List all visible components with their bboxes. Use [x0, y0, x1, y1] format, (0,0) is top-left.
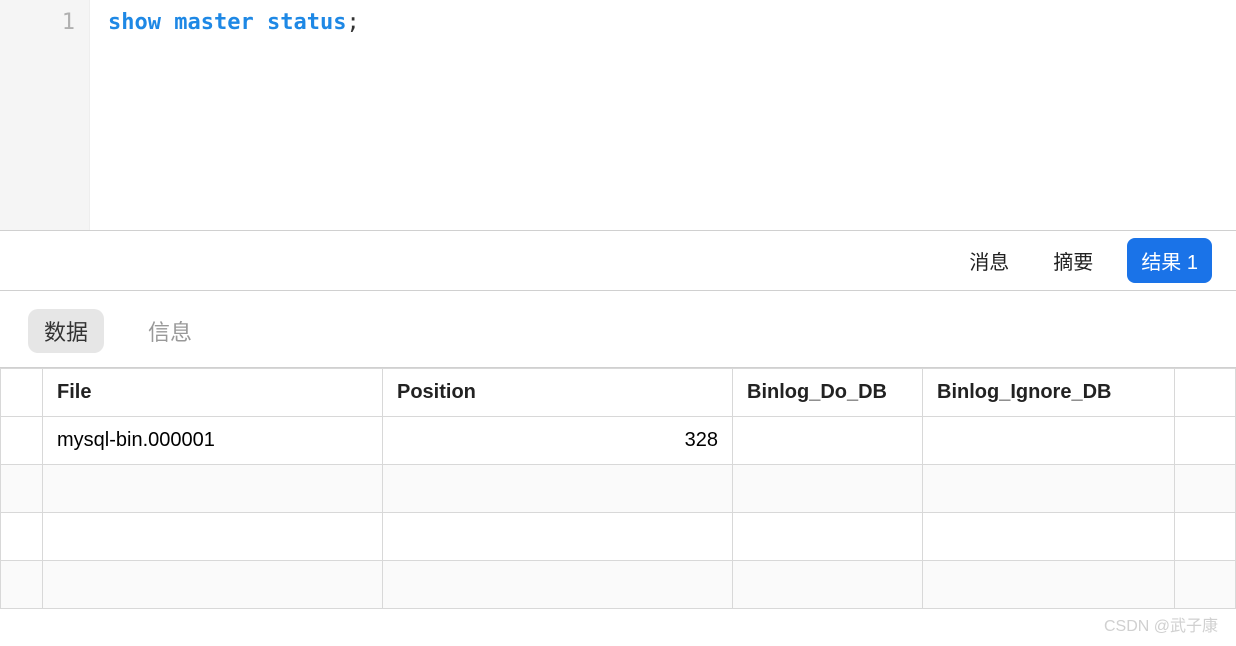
table-header-row: File Position Binlog_Do_DB Binlog_Ignore… — [1, 369, 1236, 417]
line-number: 1 — [0, 8, 75, 38]
sub-tab-bar: 数据 信息 — [0, 291, 1236, 367]
row-selector-cell[interactable] — [1, 417, 43, 465]
header-position[interactable]: Position — [383, 369, 733, 417]
result-table: File Position Binlog_Do_DB Binlog_Ignore… — [0, 368, 1236, 609]
tab-summary[interactable]: 摘要 — [1043, 240, 1103, 281]
sql-editor[interactable]: 1 show master status; — [0, 0, 1236, 230]
code-content[interactable]: show master status; — [90, 0, 1236, 230]
row-selector-header[interactable] — [1, 369, 43, 417]
keyword-show: show — [108, 10, 161, 35]
sub-tab-info[interactable]: 信息 — [132, 309, 208, 353]
table-row[interactable]: mysql-bin.000001 328 — [1, 417, 1236, 465]
semicolon: ; — [346, 10, 359, 35]
tab-result-1[interactable]: 结果 1 — [1127, 238, 1212, 283]
keyword-master: master — [174, 10, 253, 35]
header-overflow — [1175, 369, 1236, 417]
watermark: CSDN @武子康 — [1104, 612, 1218, 636]
header-binlog-ignore-db[interactable]: Binlog_Ignore_DB — [923, 369, 1175, 417]
result-tab-bar: 消息 摘要 结果 1 — [0, 231, 1236, 291]
editor-gutter: 1 — [0, 0, 90, 230]
cell-overflow — [1175, 417, 1236, 465]
result-table-wrapper: File Position Binlog_Do_DB Binlog_Ignore… — [0, 367, 1236, 609]
table-row-empty — [1, 561, 1236, 609]
cell-binlog-do-db[interactable] — [733, 417, 923, 465]
tab-messages[interactable]: 消息 — [959, 240, 1019, 281]
cell-file[interactable]: mysql-bin.000001 — [43, 417, 383, 465]
sub-tab-data[interactable]: 数据 — [28, 309, 104, 353]
table-row-empty — [1, 513, 1236, 561]
header-file[interactable]: File — [43, 369, 383, 417]
cell-binlog-ignore-db[interactable] — [923, 417, 1175, 465]
header-binlog-do-db[interactable]: Binlog_Do_DB — [733, 369, 923, 417]
table-row-empty — [1, 465, 1236, 513]
cell-position[interactable]: 328 — [383, 417, 733, 465]
keyword-status: status — [267, 10, 346, 35]
